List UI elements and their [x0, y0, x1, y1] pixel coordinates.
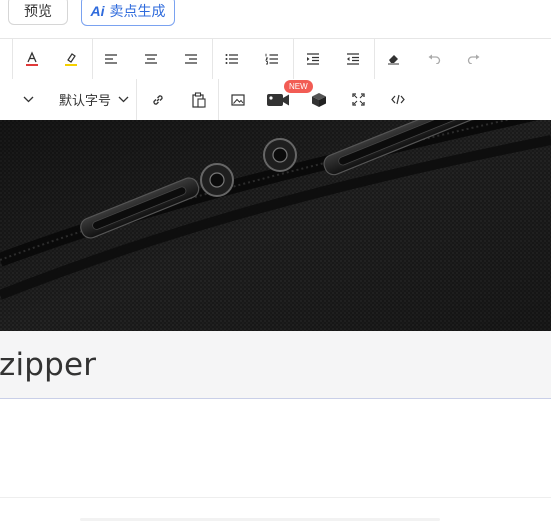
top-action-bar: 预览 Ai 卖点生成 — [0, 0, 551, 38]
outdent-icon — [347, 53, 359, 65]
content-placeholder-line — [80, 518, 440, 521]
ai-selling-point-label: 卖点生成 — [109, 3, 166, 19]
source-code-button[interactable] — [386, 79, 410, 120]
redo-icon — [467, 54, 480, 64]
toolbar-divider — [374, 39, 375, 79]
video-camera-icon — [267, 93, 289, 106]
undo-icon — [428, 54, 441, 64]
product-title-block[interactable]: zipper — [0, 331, 551, 399]
ai-selling-point-button[interactable]: Ai 卖点生成 — [81, 0, 175, 26]
undo-button[interactable] — [422, 39, 446, 79]
redo-button[interactable] — [462, 39, 486, 79]
align-right-button[interactable] — [179, 39, 203, 79]
highlight-color-button[interactable] — [59, 39, 83, 79]
toolbar-divider — [212, 39, 213, 79]
toolbar-divider — [293, 39, 294, 79]
toolbar-divider — [136, 79, 137, 120]
indent-button[interactable] — [301, 39, 325, 79]
chevron-down-icon — [23, 96, 33, 103]
toolbar-divider — [218, 79, 219, 120]
font-size-label: 默认字号 — [58, 93, 111, 108]
cube-icon — [312, 92, 326, 107]
numbered-list-icon — [265, 53, 278, 65]
link-icon — [153, 94, 163, 105]
preview-button[interactable]: 预览 — [8, 0, 68, 25]
align-center-icon — [145, 54, 157, 64]
text-color-button[interactable] — [20, 39, 44, 79]
backpack-zipper-photo — [0, 120, 551, 331]
bullet-list-icon — [225, 54, 238, 64]
eraser-icon — [388, 55, 399, 65]
clear-format-button[interactable] — [382, 39, 406, 79]
clipboard-icon — [191, 91, 206, 108]
formatting-toolbar-row-2: 默认字号 NEW — [0, 79, 551, 120]
outdent-button[interactable] — [341, 39, 365, 79]
font-size-dropdown[interactable]: 默认字号 — [56, 79, 132, 120]
align-center-button[interactable] — [139, 39, 163, 79]
numbered-list-button[interactable] — [260, 39, 284, 79]
align-right-icon — [185, 54, 197, 64]
formatting-toolbar-row-1 — [0, 38, 551, 80]
content-divider — [0, 497, 551, 498]
paste-button[interactable] — [186, 79, 210, 120]
align-left-button[interactable] — [99, 39, 123, 79]
chevron-down-icon — [118, 96, 129, 103]
toolbar-divider — [12, 39, 13, 79]
preview-button-label: 预览 — [24, 2, 52, 19]
fullscreen-button[interactable] — [346, 79, 370, 120]
font-family-dropdown[interactable] — [18, 79, 38, 120]
insert-image-button[interactable] — [226, 79, 250, 120]
product-image[interactable] — [0, 120, 551, 331]
editor-page: 预览 Ai 卖点生成 默认字号 NEW zipper — [0, 0, 551, 525]
text-color-icon — [26, 51, 38, 66]
fullscreen-icon — [351, 93, 365, 106]
insert-3d-model-button[interactable] — [307, 79, 331, 120]
image-icon — [231, 93, 245, 106]
highlight-color-icon — [65, 53, 77, 66]
code-icon — [391, 94, 405, 105]
ai-icon: Ai — [90, 3, 105, 19]
align-left-icon — [105, 54, 117, 64]
toolbar-divider — [92, 39, 93, 79]
indent-icon — [307, 53, 319, 65]
product-title: zipper — [0, 347, 97, 383]
insert-link-button[interactable] — [146, 79, 170, 120]
bullet-list-button[interactable] — [220, 39, 244, 79]
